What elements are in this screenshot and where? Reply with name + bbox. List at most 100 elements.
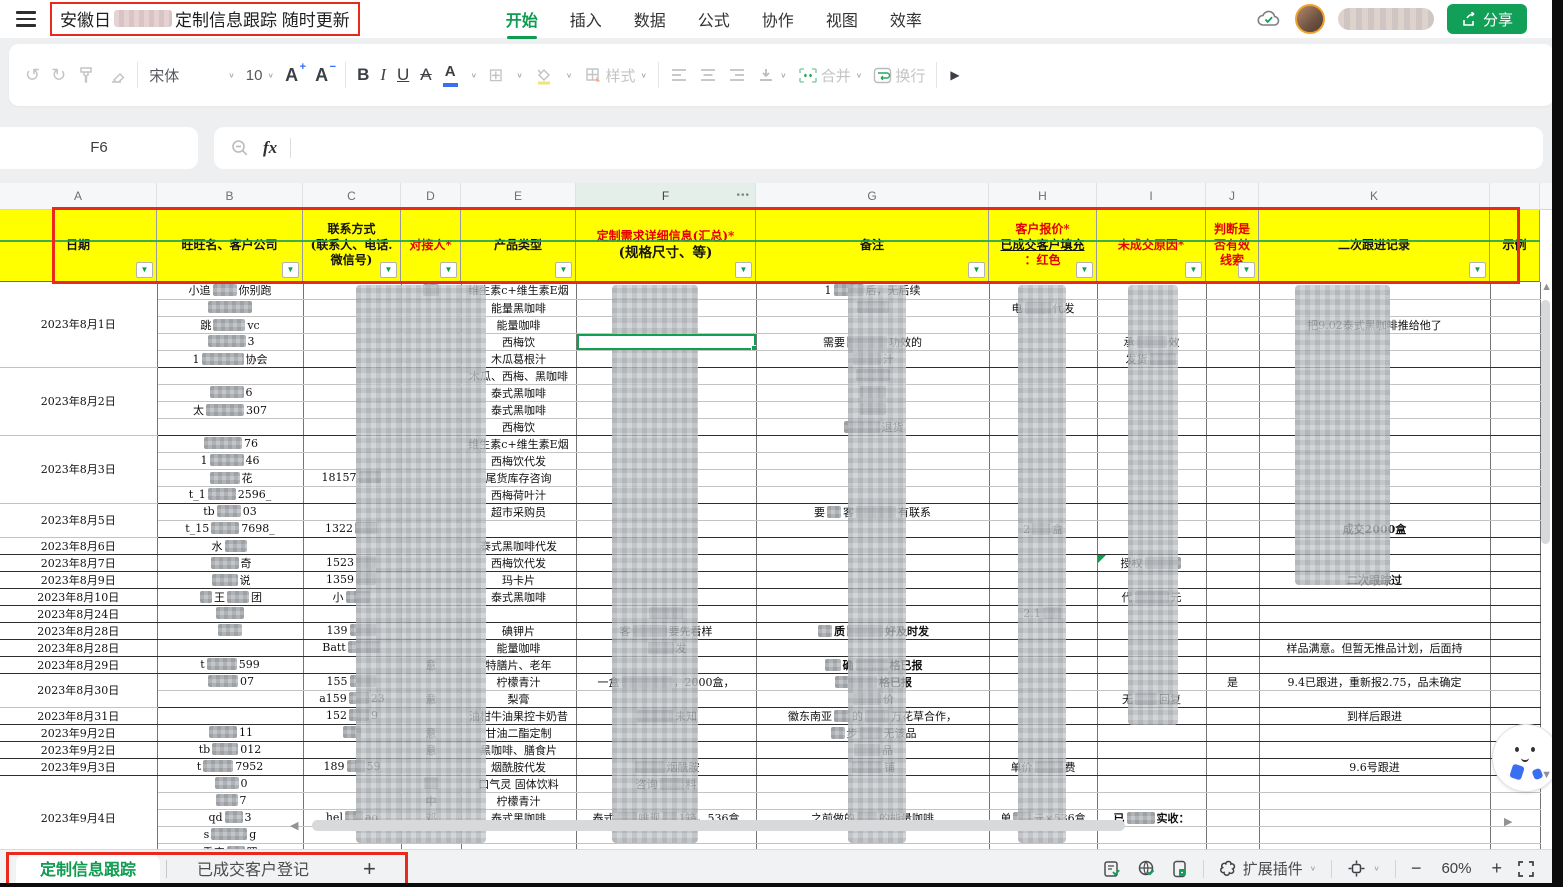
cell-e[interactable]: 泰式黑咖啡代发 <box>461 537 576 554</box>
cell-e[interactable]: 柠檬青汁 <box>461 792 576 809</box>
column-letter-J[interactable]: J <box>1206 183 1259 210</box>
cell-c[interactable]: 1529 <box>303 707 401 724</box>
cell-d[interactable] <box>401 775 461 792</box>
cell-b[interactable]: tb03 <box>157 503 303 520</box>
cell-date[interactable]: 2023年8月7日 <box>0 554 157 571</box>
cell-c[interactable] <box>303 452 401 469</box>
cell-e[interactable]: 西梅饮代发 <box>461 452 576 469</box>
cell-b[interactable]: 跳vc <box>157 316 303 333</box>
cell-l[interactable] <box>1490 554 1540 571</box>
menu-tab-插入[interactable]: 插入 <box>570 3 602 35</box>
cell-d[interactable] <box>401 299 461 316</box>
font-family-select[interactable]: 宋体 ∨ <box>149 65 235 86</box>
cell-f[interactable] <box>576 469 756 486</box>
cell-i[interactable]: 无回复 <box>1097 690 1206 707</box>
cell-j[interactable] <box>1206 316 1259 333</box>
cell-c[interactable] <box>303 792 401 809</box>
cell-d[interactable] <box>401 486 461 503</box>
cell-i[interactable] <box>1097 639 1206 656</box>
cell-d[interactable]: 意 <box>401 690 461 707</box>
cell-h[interactable] <box>989 282 1097 299</box>
cell-g[interactable]: 步无该品 <box>756 724 989 741</box>
cell-c[interactable] <box>303 656 401 673</box>
cell-d[interactable] <box>401 333 461 350</box>
formula-input[interactable] <box>304 127 1527 169</box>
font-color-button[interactable]: A <box>443 64 458 87</box>
align-left-button[interactable] <box>670 68 688 82</box>
cell-i[interactable] <box>1097 418 1206 435</box>
header-i[interactable]: 未成交原因*▼ <box>1097 210 1206 282</box>
wrap-text-button[interactable]: 换行 <box>873 65 925 86</box>
cell-g[interactable] <box>756 452 989 469</box>
share-button[interactable]: 分享 <box>1447 4 1527 34</box>
cell-b[interactable]: qd3 <box>157 809 303 826</box>
cell-f[interactable] <box>576 520 756 537</box>
add-sheet-button[interactable]: + <box>363 858 376 880</box>
cell-k[interactable] <box>1259 826 1490 843</box>
cell-d[interactable]: 中 <box>401 792 461 809</box>
cell-l[interactable] <box>1490 384 1540 401</box>
name-box[interactable]: F6 <box>0 127 198 169</box>
selected-cell-F6[interactable] <box>576 333 756 350</box>
cell-e[interactable]: 甘油二酯定制 <box>461 724 576 741</box>
cell-l[interactable] <box>1490 673 1540 690</box>
cell-i[interactable] <box>1097 367 1206 384</box>
cell-f[interactable]: 发 <box>576 639 756 656</box>
cell-k[interactable] <box>1259 401 1490 418</box>
document-title[interactable]: 安徽日 定制信息跟踪 随时更新 <box>50 2 360 36</box>
cell-d[interactable] <box>401 350 461 367</box>
cell-k[interactable] <box>1259 367 1490 384</box>
cell-l[interactable] <box>1490 350 1540 367</box>
cell-k[interactable] <box>1259 656 1490 673</box>
cell-k[interactable]: 9.6号跟进 <box>1259 758 1490 775</box>
cell-e[interactable]: 木瓜、西梅、黑咖啡 <box>461 367 576 384</box>
cell-h[interactable] <box>989 639 1097 656</box>
column-letter-K[interactable]: K <box>1259 183 1490 210</box>
column-letter-C[interactable]: C <box>303 183 401 210</box>
cell-h[interactable] <box>989 537 1097 554</box>
header-h[interactable]: 客户报价*已成交客户填充：红色▼ <box>989 210 1097 282</box>
cell-d[interactable] <box>401 571 461 588</box>
cell-f[interactable] <box>576 571 756 588</box>
cell-l[interactable] <box>1490 639 1540 656</box>
cell-j[interactable] <box>1206 724 1259 741</box>
cell-h[interactable] <box>989 469 1097 486</box>
cell-f[interactable] <box>576 741 756 758</box>
cell-c[interactable] <box>303 605 401 622</box>
header-f[interactable]: 定制需求详细信息(汇总)*(规格尺寸、等)▼ <box>576 210 756 282</box>
cell-g[interactable] <box>756 571 989 588</box>
filter-icon[interactable]: ▼ <box>1185 262 1202 278</box>
cell-j[interactable] <box>1206 554 1259 571</box>
cell-c[interactable]: 155 <box>303 673 401 690</box>
cell-j[interactable] <box>1206 588 1259 605</box>
cell-e[interactable]: 西梅荷叶汁 <box>461 486 576 503</box>
cell-j[interactable] <box>1206 809 1259 826</box>
cell-c[interactable] <box>303 316 401 333</box>
vertical-align-button[interactable]: ∨ <box>757 67 787 83</box>
cell-b[interactable]: sg <box>157 826 303 843</box>
cell-j[interactable] <box>1206 333 1259 350</box>
cell-b[interactable]: 76 <box>157 435 303 452</box>
cell-i[interactable] <box>1097 384 1206 401</box>
cell-d[interactable] <box>401 282 461 299</box>
cell-f[interactable] <box>576 486 756 503</box>
cell-b[interactable]: 说 <box>157 571 303 588</box>
cell-f[interactable] <box>576 588 756 605</box>
italic-button[interactable]: I <box>380 65 386 85</box>
cell-i[interactable]: 发货 <box>1097 350 1206 367</box>
cell-h[interactable] <box>989 724 1097 741</box>
cell-h[interactable] <box>989 316 1097 333</box>
cell-b[interactable]: 7 <box>157 792 303 809</box>
cell-d[interactable]: 意 <box>401 724 461 741</box>
cell-g[interactable] <box>756 554 989 571</box>
cell-b[interactable] <box>157 299 303 316</box>
cell-h[interactable] <box>989 333 1097 350</box>
cell-i[interactable] <box>1097 724 1206 741</box>
cell-i[interactable] <box>1097 520 1206 537</box>
cell-c[interactable] <box>303 537 401 554</box>
cell-j[interactable] <box>1206 350 1259 367</box>
column-letter-I[interactable]: I <box>1097 183 1206 210</box>
cell-c[interactable]: a15923 <box>303 690 401 707</box>
cell-e[interactable]: 玛卡片 <box>461 571 576 588</box>
cell-c[interactable] <box>303 384 401 401</box>
